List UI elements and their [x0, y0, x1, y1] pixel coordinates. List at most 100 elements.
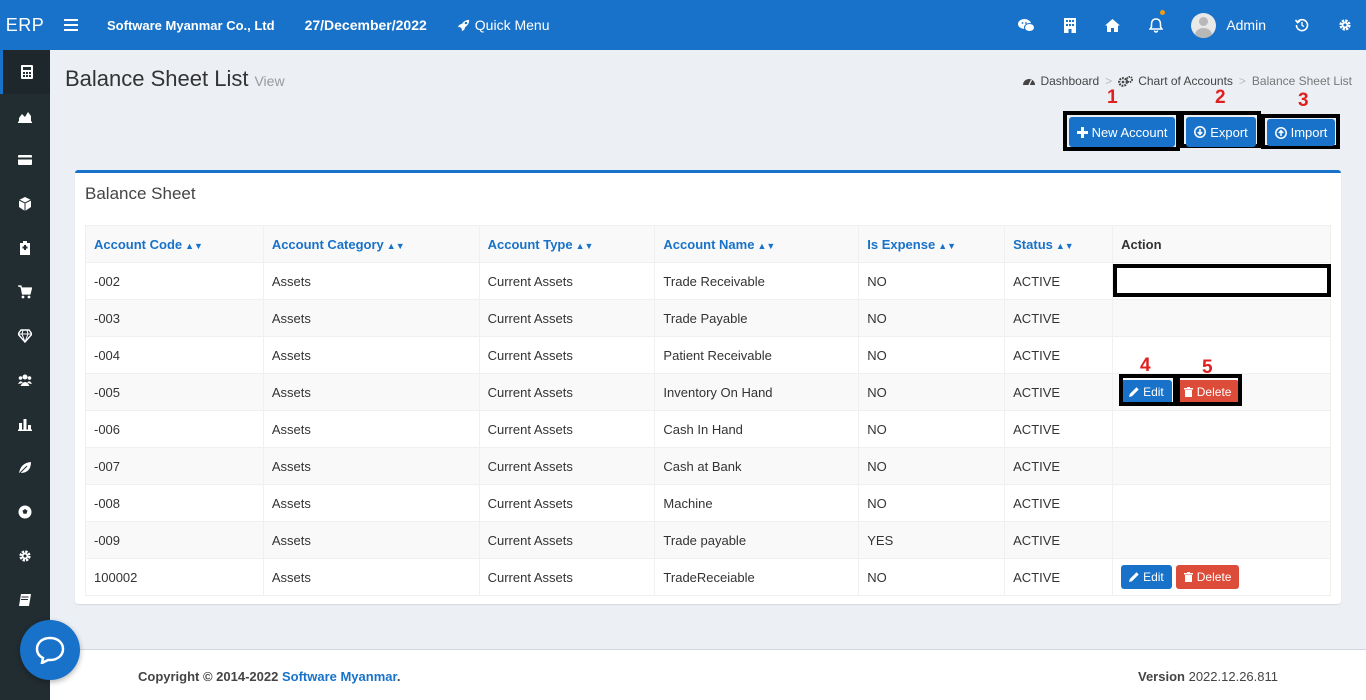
edit-label: Edit: [1143, 570, 1164, 584]
new-account-label: New Account: [1091, 124, 1168, 140]
edit-button[interactable]: Edit: [1121, 565, 1172, 589]
cell-status: ACTIVE: [1004, 521, 1114, 559]
diamond-icon: [18, 329, 32, 343]
leaf-icon: [18, 462, 31, 475]
cell-account-type: Current Assets: [478, 262, 656, 300]
cell-is-expense: NO: [858, 410, 1006, 448]
settings-button[interactable]: [1323, 0, 1366, 50]
cell-status: ACTIVE: [1004, 484, 1114, 522]
cell-account-name: Trade Receivable: [654, 262, 860, 300]
history-button[interactable]: [1280, 0, 1323, 50]
delete-button[interactable]: Delete: [1175, 565, 1240, 589]
user-menu[interactable]: Admin: [1177, 12, 1280, 38]
annotation-number-1: 1: [1107, 87, 1118, 108]
footer: Copyright © 2014-2022 Software Myanmar. …: [50, 649, 1366, 700]
annotation-number-3: 3: [1298, 90, 1309, 111]
page-title: Balance Sheet List View: [65, 66, 285, 92]
company-link[interactable]: Software Myanmar: [282, 669, 397, 684]
export-button[interactable]: Export: [1186, 117, 1256, 147]
column-header-status[interactable]: Status ▲▼: [1004, 225, 1114, 263]
home-button[interactable]: [1091, 0, 1134, 50]
cell-account-name: Trade payable: [654, 521, 860, 559]
company-button[interactable]: [1048, 0, 1091, 50]
cell-is-expense: NO: [858, 336, 1006, 374]
new-account-button[interactable]: New Account: [1069, 117, 1175, 147]
cell-action: [1112, 447, 1331, 485]
cell-account-type: Current Assets: [478, 299, 656, 337]
company-name: Software Myanmar Co., Ltd: [107, 17, 275, 33]
quick-menu-button[interactable]: Quick Menu: [457, 17, 550, 33]
sidebar-item-sports[interactable]: [0, 490, 50, 534]
cell-account-code: -004: [85, 336, 264, 374]
cell-account-category: Assets: [262, 410, 480, 448]
cell-action: Edit Delete: [1112, 558, 1331, 596]
sidebar-item-settings[interactable]: [0, 534, 50, 578]
sidebar-item-analytics[interactable]: [0, 402, 50, 446]
sidebar-item-users[interactable]: [0, 358, 50, 402]
sidebar-item-reports[interactable]: [0, 94, 50, 138]
cell-account-name: Machine: [654, 484, 860, 522]
column-header-account-type[interactable]: Account Type ▲▼: [478, 225, 656, 263]
column-header-account-name[interactable]: Account Name ▲▼: [654, 225, 860, 263]
copyright: Copyright © 2014-2022 Software Myanmar.: [138, 669, 401, 684]
annotation-number-2: 2: [1215, 87, 1226, 108]
version-number: 2022.12.26.811: [1188, 669, 1278, 684]
cell-account-code: -005: [85, 373, 264, 411]
cell-account-code: -007: [85, 447, 264, 485]
row-actions: Edit Delete: [1121, 565, 1330, 589]
column-header-account-category[interactable]: Account Category ▲▼: [262, 225, 480, 263]
cell-is-expense: NO: [858, 558, 1006, 596]
gear-icon: [1338, 19, 1351, 31]
import-button[interactable]: Import: [1267, 119, 1335, 146]
calculator-icon: [20, 65, 33, 79]
import-label: Import: [1290, 125, 1328, 140]
cell-account-category: Assets: [262, 447, 480, 485]
cell-action: [1112, 521, 1331, 559]
area-chart-icon: [18, 112, 32, 123]
cell-account-code: 100002: [85, 558, 264, 596]
sidebar: [0, 50, 50, 700]
column-header-account-code[interactable]: Account Code ▲▼: [85, 225, 264, 263]
cell-status: ACTIVE: [1004, 262, 1114, 300]
building-icon: [1063, 17, 1076, 33]
page-title-text: Balance Sheet List: [65, 66, 249, 91]
breadcrumb-chart-of-accounts[interactable]: Chart of Accounts: [1118, 74, 1233, 88]
cell-status: ACTIVE: [1004, 447, 1114, 485]
sidebar-item-docs[interactable]: [0, 578, 50, 622]
home-icon: [1105, 18, 1121, 32]
cogs-icon: [1118, 75, 1134, 87]
cell-account-name: Trade Payable: [654, 299, 860, 337]
cell-account-name: Cash at Bank: [654, 447, 860, 485]
cell-is-expense: NO: [858, 373, 1006, 411]
breadcrumb-dashboard[interactable]: Dashboard: [1023, 74, 1099, 88]
sidebar-item-products[interactable]: [0, 314, 50, 358]
annotation-box-edit: [1119, 374, 1177, 406]
table-row: -007 Assets Current Assets Cash at Bank …: [85, 447, 1331, 485]
app-logo[interactable]: ERP: [0, 0, 50, 50]
sidebar-item-hospital[interactable]: [0, 226, 50, 270]
cell-status: ACTIVE: [1004, 336, 1114, 374]
bell-icon: [1148, 17, 1163, 33]
cell-status: ACTIVE: [1004, 373, 1114, 411]
sidebar-item-accounts[interactable]: [0, 50, 50, 94]
notifications-button[interactable]: [1134, 0, 1177, 50]
cell-account-category: Assets: [262, 484, 480, 522]
cell-account-type: Current Assets: [478, 558, 656, 596]
messages-button[interactable]: [1005, 0, 1048, 50]
sidebar-toggle-button[interactable]: [50, 19, 92, 31]
sidebar-item-payments[interactable]: [0, 138, 50, 182]
cell-account-code: -002: [85, 262, 264, 300]
chat-widget-button[interactable]: [20, 620, 80, 680]
sort-icon: ▲▼: [1055, 240, 1074, 251]
cell-is-expense: NO: [858, 262, 1006, 300]
quick-menu-label: Quick Menu: [474, 17, 550, 33]
column-header-is-expense[interactable]: Is Expense ▲▼: [858, 225, 1006, 263]
pencil-icon: [1129, 572, 1139, 582]
sidebar-item-agriculture[interactable]: [0, 446, 50, 490]
sidebar-item-sales[interactable]: [0, 270, 50, 314]
delete-label: Delete: [1196, 570, 1232, 584]
table-row: -003 Assets Current Assets Trade Payable…: [85, 299, 1331, 337]
sidebar-item-inventory[interactable]: [0, 182, 50, 226]
download-circle-icon: [1194, 126, 1207, 138]
trash-icon: [1183, 572, 1193, 582]
